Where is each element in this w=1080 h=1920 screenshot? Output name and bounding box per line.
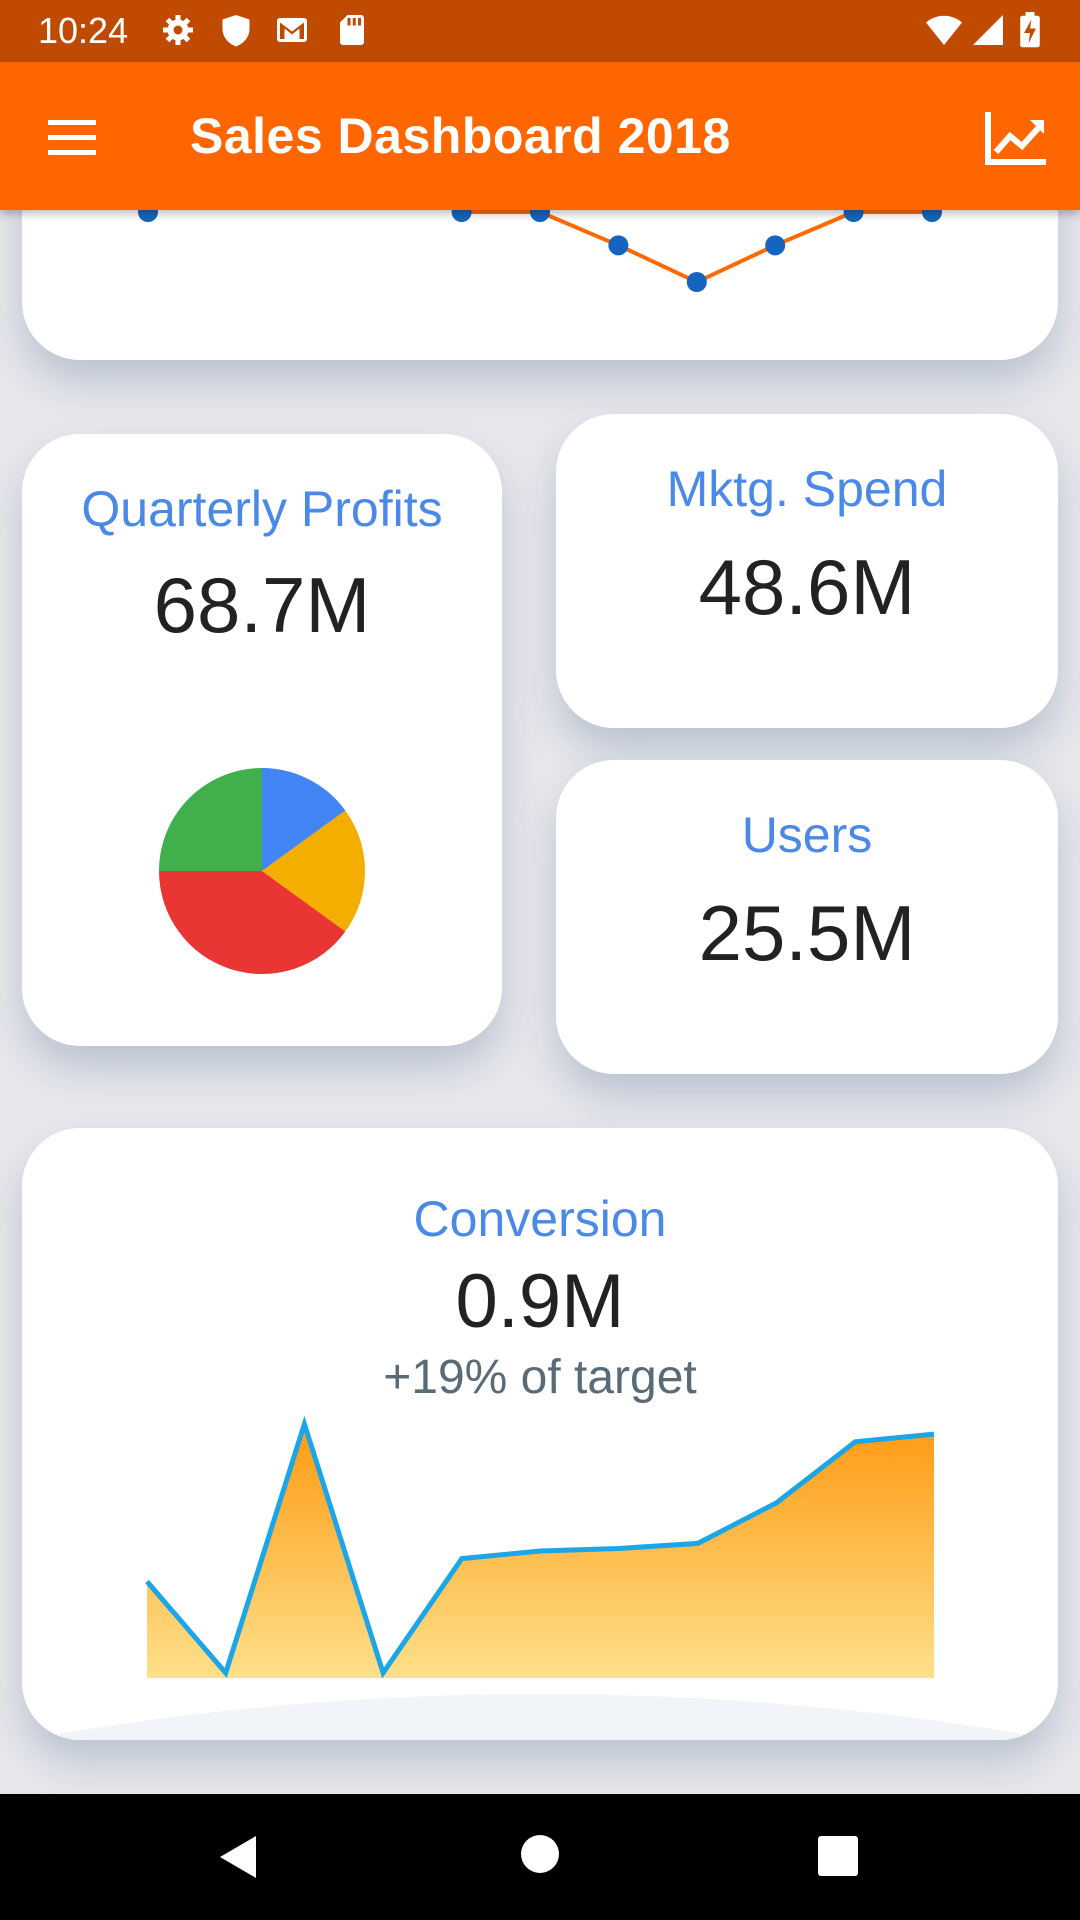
top-line-chart [138,210,942,292]
line-chart-card [22,210,1058,360]
gmail-icon [277,18,307,42]
conversion-card[interactable]: Conversion 0.9M +19% of target [22,1128,1058,1740]
wifi-icon [926,15,962,45]
top-chart-point [686,272,707,292]
top-chart-point [765,235,786,256]
card-value: 48.6M [698,543,916,631]
card-value: 25.5M [698,889,916,977]
menu-icon[interactable] [46,118,100,158]
card-wave [22,1694,1058,1740]
pie-slice [159,768,262,871]
status-time: 10:24 [38,10,129,51]
top-chart-point [138,210,158,222]
status-bar: 10:24 [0,0,1080,62]
app-title: Sales Dashboard 2018 [190,108,731,164]
conversion-area-chart [22,1415,1058,1740]
profits-pie-chart [159,768,365,974]
quarterly-profits-card[interactable]: Quarterly Profits 68.7M [22,434,502,1046]
home-icon[interactable] [520,1834,560,1874]
settings-icon [163,15,193,45]
card-title: Quarterly Profits [81,481,443,537]
app-bar: Sales Dashboard 2018 [0,62,1080,210]
card-title: Users [741,807,873,863]
recents-icon[interactable] [818,1836,858,1876]
back-icon[interactable] [218,1834,258,1880]
signal-icon [973,15,1003,45]
top-chart-point [843,210,864,222]
sd-card-icon [340,15,364,45]
top-chart-point [530,210,550,222]
battery-charging-icon [1020,12,1040,48]
navigation-bar [0,1794,1080,1920]
top-chart-line [461,210,932,285]
trending-up-icon[interactable] [984,108,1048,166]
top-chart-point [451,210,472,222]
top-chart-point [608,235,629,256]
top-chart-point [922,210,942,222]
card-title: Mktg. Spend [666,461,948,517]
dashboard-content[interactable]: Quarterly Profits 68.7M Mktg. Spend 48.6… [0,210,1080,1794]
users-card[interactable]: Users 25.5M [556,760,1058,1074]
mktg-spend-card[interactable]: Mktg. Spend 48.6M [556,414,1058,728]
shield-icon [222,15,250,47]
card-value: 68.7M [153,561,371,649]
